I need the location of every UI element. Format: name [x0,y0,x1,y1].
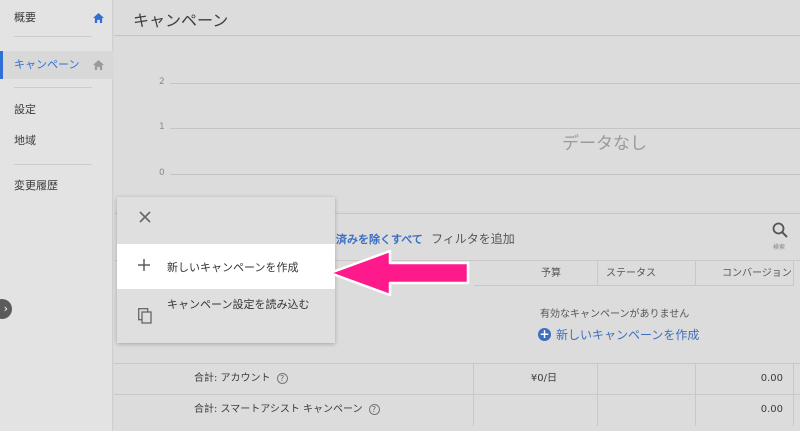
row-label-cell: 合計: スマートアシスト キャンペーン? [114,395,474,426]
sidebar-item-locations[interactable]: 地域 [0,127,113,155]
sidebar-item-label: 設定 [14,103,36,116]
sidebar-item-label: 地域 [14,134,36,147]
y-tick-label: 0 [159,168,165,178]
sidebar-collapse-toggle[interactable]: › [0,299,12,319]
grid-line [170,128,800,129]
new-campaign-menu-item[interactable]: 新しいキャンペーンを作成 [117,244,335,289]
sidebar-item-label: キャンペーン [14,58,80,71]
budget-cell: ¥0/日 [474,364,598,395]
row-label-cell: 合計: アカウント? [114,364,474,395]
column-header-budget[interactable]: 予算 [474,261,598,286]
table-row: 合計: スマートアシスト キャンペーン? 0.00 [114,394,800,426]
sidebar-divider [14,87,92,88]
add-circle-icon: + [538,327,551,341]
conversions-cell: 0.00 [696,364,794,395]
y-tick-label: 1 [159,122,165,132]
page-title: キャンペーン [133,11,229,30]
copy-icon [138,308,152,324]
column-header-status[interactable]: ステータス [598,261,696,286]
plus-icon [138,259,150,271]
add-filter-button[interactable]: フィルタを追加 [431,230,515,247]
create-menu-popup: 新しいキャンペーンを作成 キャンペーン設定を読み込む [117,197,335,343]
row-label: 合計: アカウント [194,373,271,384]
create-campaign-link-label: 新しいキャンペーンを作成 [556,328,700,342]
status-cell [598,364,696,395]
remove-filter-link[interactable]: 済みを除くすべて [336,231,423,247]
sidebar-item-settings[interactable]: 設定 [0,96,113,124]
page-header: キャンペーン [114,0,800,36]
sidebar-item-campaigns[interactable]: キャンペーン [0,51,113,79]
sidebar-item-label: 変更履歴 [14,179,58,192]
menu-item-label: キャンペーン設定を読み込む [167,298,310,311]
grid-line [170,83,800,84]
sidebar-item-overview[interactable]: 概要 [0,4,113,32]
menu-item-label: 新しいキャンペーンを作成 [167,261,299,274]
table-row: 合計: アカウント? ¥0/日 0.00 [114,363,800,395]
sidebar-divider [14,164,92,165]
search-button[interactable]: 検索 [770,222,790,251]
search-caption: 検索 [773,244,786,251]
home-icon [93,60,104,70]
sidebar-divider [14,36,92,37]
empty-table-message: 有効なキャンペーンがありません [540,309,690,320]
conversions-cell: 0.00 [696,395,794,426]
status-cell [598,395,696,426]
row-label: 合計: スマートアシスト キャンペーン [194,404,363,415]
chevron-right-icon: › [3,302,8,315]
help-icon[interactable]: ? [276,372,288,384]
performance-chart: 2 1 0 データなし [114,37,800,211]
grid-line [170,174,800,175]
create-campaign-link[interactable]: + 新しいキャンペーンを作成 [538,326,699,343]
help-icon[interactable]: ? [368,403,380,415]
column-header-conversions[interactable]: コンバージョン [696,261,794,286]
budget-cell [474,395,598,426]
close-icon[interactable] [137,209,153,225]
pointer-arrow-icon [328,249,470,297]
import-campaign-settings-menu-item[interactable]: キャンペーン設定を読み込む [117,293,335,337]
search-icon [772,222,788,238]
home-icon [93,13,104,23]
sidebar: 概要 キャンペーン 設定 地域 変更履歴 › [0,0,113,431]
no-data-label: データなし [562,134,647,154]
sidebar-item-label: 概要 [14,11,36,24]
sidebar-item-change-history[interactable]: 変更履歴 [0,172,113,200]
y-tick-label: 2 [159,77,165,87]
